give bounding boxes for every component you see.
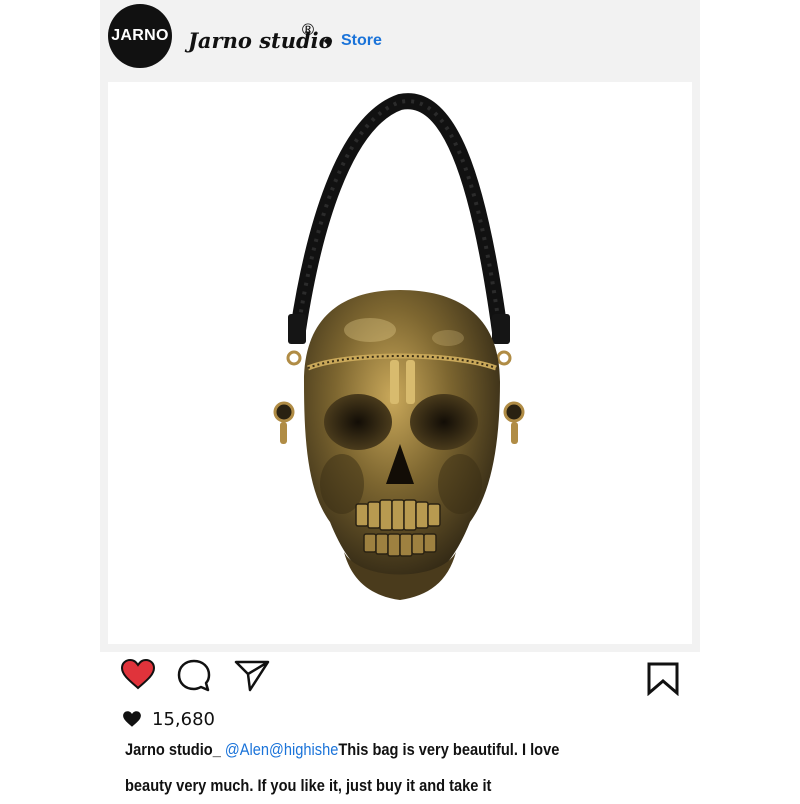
like-count: 15,680 — [152, 708, 215, 730]
like-count-row: 15,680 — [122, 708, 215, 730]
send-icon[interactable] — [234, 658, 270, 697]
comment-icon[interactable] — [176, 658, 212, 699]
registered-mark: ® — [300, 20, 316, 39]
bookmark-icon[interactable] — [646, 662, 680, 701]
store-link[interactable]: Store — [341, 32, 382, 50]
heart-icon[interactable] — [120, 658, 156, 695]
post-card: JARNO Jarno studio ® Store — [100, 0, 700, 652]
post-actions — [0, 652, 800, 702]
caption-author[interactable]: Jarno studio_ — [125, 740, 221, 759]
post-caption: Jarno studio_ @Alen@highisheThis bag is … — [125, 732, 572, 804]
avatar-text: JARNO — [111, 27, 169, 44]
post-header: JARNO Jarno studio ® Store — [100, 0, 700, 82]
small-heart-icon — [123, 711, 141, 727]
caption-mentions[interactable]: @Alen@highishe — [225, 740, 338, 759]
post-image[interactable] — [108, 82, 692, 644]
skull-handbag-photo — [273, 93, 525, 600]
avatar[interactable]: JARNO — [108, 4, 172, 68]
